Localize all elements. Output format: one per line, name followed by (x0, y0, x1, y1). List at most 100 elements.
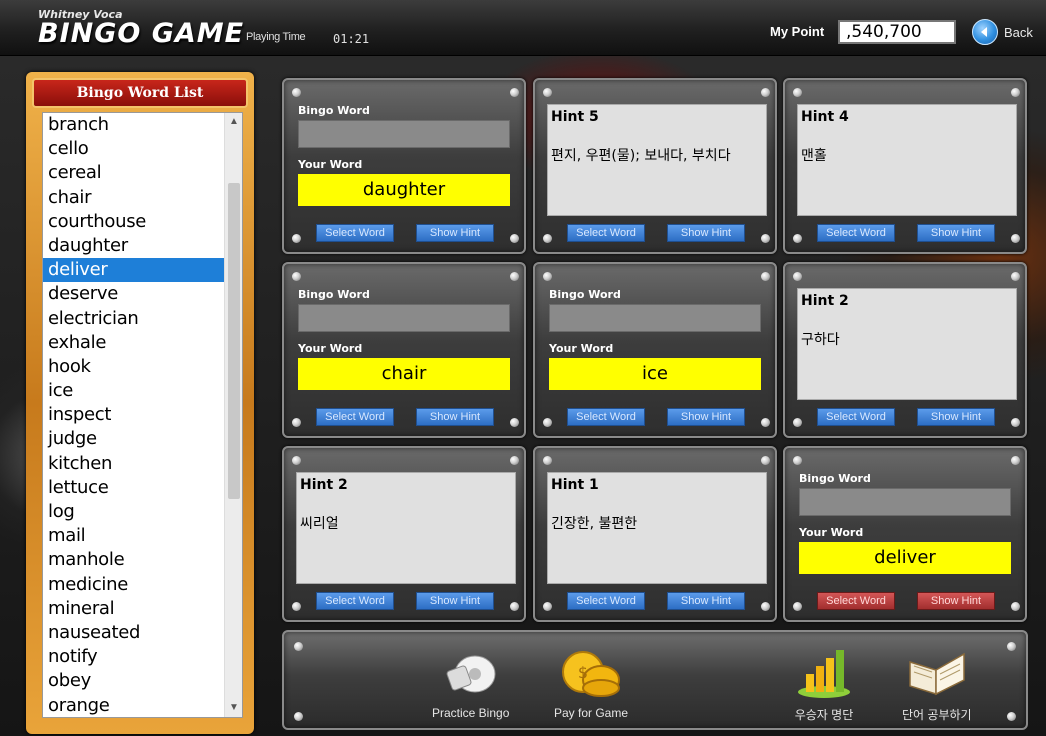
screw-icon (294, 642, 303, 651)
screw-icon (761, 418, 770, 427)
your-word-field: ice (549, 358, 761, 390)
word-list-item[interactable]: exhale (43, 331, 225, 355)
screw-icon (761, 456, 770, 465)
screw-icon (543, 456, 552, 465)
show-hint-button[interactable]: Show Hint (416, 224, 494, 242)
screw-icon (793, 418, 802, 427)
word-list-item[interactable]: medicine (43, 573, 225, 597)
word-list-item[interactable]: inspect (43, 403, 225, 427)
word-list-item[interactable]: deserve (43, 282, 225, 306)
screw-icon (510, 234, 519, 243)
practice-bingo-button[interactable]: Practice Bingo (432, 640, 509, 720)
show-hint-button[interactable]: Show Hint (667, 592, 745, 610)
bingo-card: Hint 2 구하다 Select Word Show Hint (783, 262, 1027, 438)
header-bar: Whitney Voca BINGO GAME Playing Time 01:… (0, 0, 1046, 56)
open-book-icon (909, 652, 965, 696)
scroll-thumb[interactable] (228, 183, 240, 499)
screw-icon (1011, 418, 1020, 427)
scroll-up-icon[interactable]: ▲ (225, 113, 242, 131)
bingo-card: Hint 5 편지, 우편(물); 보내다, 부치다 Select Word Show… (533, 78, 777, 254)
select-word-button[interactable]: Select Word (316, 592, 394, 610)
screw-icon (543, 88, 552, 97)
hint-box: Hint 4 맨홀 (797, 104, 1017, 216)
select-word-button[interactable]: Select Word (817, 592, 895, 610)
word-list-item[interactable]: branch (43, 113, 225, 137)
study-words-label: 단어 공부하기 (902, 708, 972, 722)
bingo-word-field (298, 120, 510, 148)
show-hint-button[interactable]: Show Hint (416, 592, 494, 610)
word-list-item[interactable]: chair (43, 186, 225, 210)
screw-icon (292, 456, 301, 465)
screw-icon (510, 272, 519, 281)
word-list-item[interactable]: mineral (43, 597, 225, 621)
bingo-card: Bingo Word Your Word ice Select Word Show Hi… (533, 262, 777, 438)
bingo-word-field (799, 488, 1011, 516)
select-word-button[interactable]: Select Word (316, 408, 394, 426)
screw-icon (292, 234, 301, 243)
word-list-item[interactable]: nauseated (43, 621, 225, 645)
screw-icon (793, 234, 802, 243)
scroll-down-icon[interactable]: ▼ (225, 699, 242, 717)
bingo-word-label: Bingo Word (298, 104, 370, 117)
word-list-item[interactable]: courthouse (43, 210, 225, 234)
hint-box: Hint 2 씨리얼 (296, 472, 516, 584)
word-list-item[interactable]: deliver (43, 258, 225, 283)
select-word-button[interactable]: Select Word (567, 408, 645, 426)
screw-icon (510, 456, 519, 465)
word-list-item[interactable]: orange (43, 694, 225, 718)
screw-icon (1011, 88, 1020, 97)
hint-text: 맨홀 (801, 148, 827, 164)
screw-icon (543, 234, 552, 243)
show-hint-button[interactable]: Show Hint (917, 408, 995, 426)
word-list-item[interactable]: judge (43, 427, 225, 451)
show-hint-button[interactable]: Show Hint (917, 592, 995, 610)
back-arrow-icon (972, 19, 998, 45)
my-point-value: ,540,700 (838, 20, 956, 44)
word-list-item[interactable]: ice (43, 379, 225, 403)
select-word-button[interactable]: Select Word (817, 408, 895, 426)
word-list-item[interactable]: cereal (43, 161, 225, 185)
ranking-button[interactable]: 우승자 명단 (794, 640, 854, 723)
bingo-card: Bingo Word Your Word daughter Select Word Sh… (282, 78, 526, 254)
hint-box: Hint 1 긴장한, 불편한 (547, 472, 767, 584)
screw-icon (793, 272, 802, 281)
word-list-items: branch cello cereal chair courthouse daughter… (43, 113, 225, 718)
word-list-item[interactable]: mail (43, 524, 225, 548)
word-list-item[interactable]: notify (43, 645, 225, 669)
word-list-item[interactable]: kitchen (43, 452, 225, 476)
show-hint-button[interactable]: Show Hint (416, 408, 494, 426)
select-word-button[interactable]: Select Word (567, 592, 645, 610)
word-list-item[interactable]: cello (43, 137, 225, 161)
back-label: Back (1004, 24, 1033, 40)
practice-bingo-label: Practice Bingo (432, 706, 510, 720)
show-hint-button[interactable]: Show Hint (667, 224, 745, 242)
bingo-card: Hint 1 긴장한, 불편한 Select Word Show Hint (533, 446, 777, 622)
word-list-scrollbar[interactable]: ▲ ▼ (224, 113, 242, 717)
study-words-button[interactable]: 단어 공부하기 (902, 640, 972, 723)
playing-time-label: Playing Time (246, 31, 306, 43)
word-list-item[interactable]: obey (43, 669, 225, 693)
screw-icon (793, 88, 802, 97)
your-word-field: chair (298, 358, 510, 390)
pay-for-game-button[interactable]: $ Pay for Game (554, 640, 628, 720)
word-list-item[interactable]: lettuce (43, 476, 225, 500)
my-point-label: My Point (770, 24, 825, 39)
your-word-label: Your Word (298, 342, 363, 355)
hint-box: Hint 2 구하다 (797, 288, 1017, 400)
word-list-item[interactable]: log (43, 500, 225, 524)
select-word-button[interactable]: Select Word (316, 224, 394, 242)
select-word-button[interactable]: Select Word (567, 224, 645, 242)
show-hint-button[interactable]: Show Hint (667, 408, 745, 426)
screw-icon (1011, 456, 1020, 465)
word-list[interactable]: branch cello cereal chair courthouse daughter… (42, 112, 243, 718)
select-word-button[interactable]: Select Word (817, 224, 895, 242)
screw-icon (1007, 642, 1016, 651)
screw-icon (761, 88, 770, 97)
word-list-item[interactable]: daughter (43, 234, 225, 258)
show-hint-button[interactable]: Show Hint (917, 224, 995, 242)
back-button[interactable]: Back (972, 19, 1033, 45)
hint-box: Hint 5 편지, 우편(물); 보내다, 부치다 (547, 104, 767, 216)
word-list-item[interactable]: manhole (43, 548, 225, 572)
word-list-item[interactable]: electrician (43, 307, 225, 331)
word-list-item[interactable]: hook (43, 355, 225, 379)
